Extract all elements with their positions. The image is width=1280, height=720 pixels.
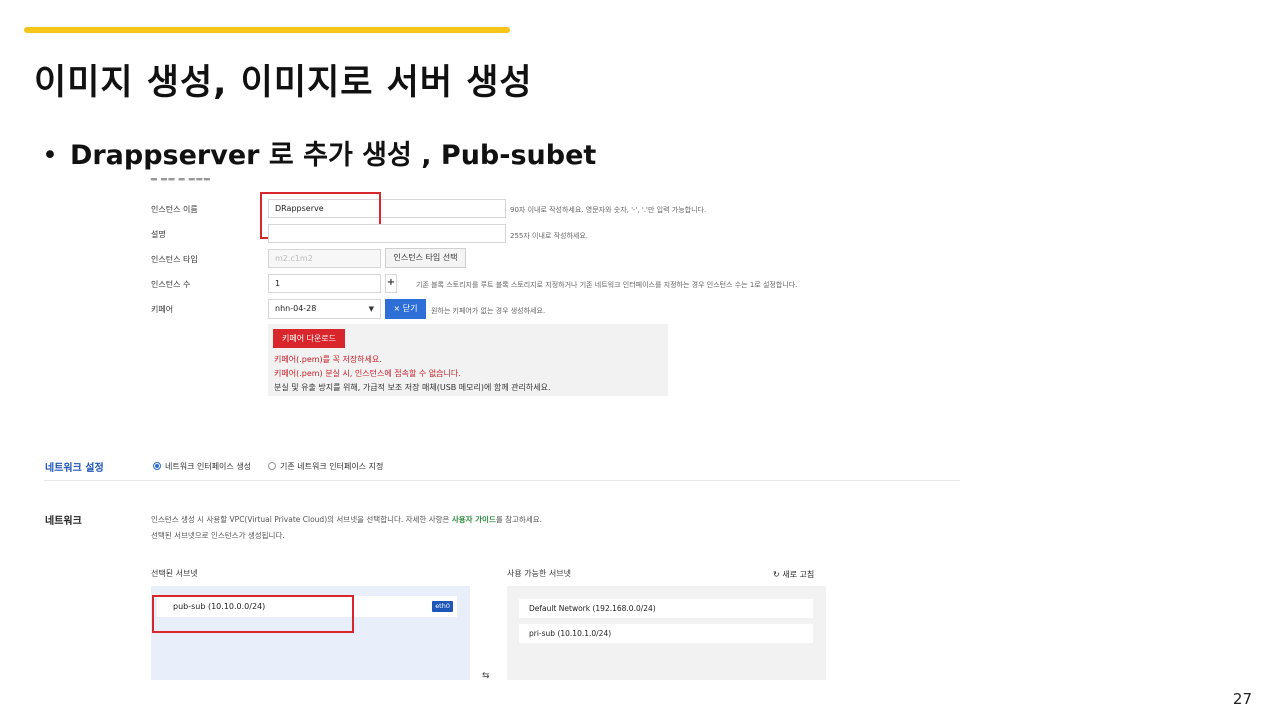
radio-existing-interface[interactable]: 기존 네트워크 인터페이스 지정	[268, 461, 383, 472]
bullet-point: • Drappserver 로 추가 생성 , Pub-subet	[42, 133, 596, 172]
network-description-suffix: 를 참고하세요.	[495, 515, 543, 524]
keypair-create-panel: 키페어 다운로드 키페어(.pem)를 꼭 저장하세요. 키페어(.pem) 분…	[268, 324, 668, 396]
instance-count-label: 인스턴스 수	[151, 280, 191, 289]
keypair-hint: 원하는 키페어가 없는 경우 생성하세요.	[431, 307, 546, 315]
radio-unselected-icon	[268, 462, 276, 470]
description-hint: 255자 이내로 작성하세요.	[510, 232, 588, 240]
refresh-button[interactable]: ↻ 새로 고침	[773, 569, 814, 580]
highlight-box-subnet	[152, 595, 354, 633]
radio-create-interface-label: 네트워크 인터페이스 생성	[165, 462, 252, 471]
bullet-text: Drappserver 로 추가 생성 , Pub-subet	[69, 140, 597, 171]
keypair-selected-value: nhn-04-28	[275, 304, 317, 313]
instance-name-label: 인스턴스 이름	[151, 205, 198, 214]
refresh-label: 새로 고침	[782, 570, 815, 579]
available-subnet-item[interactable]: pri-sub (10.10.1.0/24)	[519, 624, 813, 643]
console-screenshot: ▬ ▬▬ ▬ ▬▬▬ 인스턴스 이름 DRappserve 90자 이내로 작성…	[0, 178, 1280, 684]
slide-title: 이미지 생성, 이미지로 서버 생성	[34, 63, 533, 103]
select-instance-type-button[interactable]: 인스턴스 타입 선택	[385, 248, 466, 268]
caret-down-icon: ▼	[368, 305, 374, 313]
available-subnets-panel: Default Network (192.168.0.0/24) pri-sub…	[507, 586, 826, 680]
page-number: 27	[1232, 690, 1252, 708]
interface-badge: eth0	[432, 601, 453, 612]
network-description: 인스턴스 생성 시 사용할 VPC(Virtual Private Cloud)…	[151, 514, 542, 525]
close-keypair-button[interactable]: × 닫기	[385, 299, 426, 319]
keypair-warning-loss: 키페어(.pem) 분실 시, 인스턴스에 접속할 수 없습니다.	[274, 369, 461, 378]
network-description-text: 인스턴스 생성 시 사용할 VPC(Virtual Private Cloud)…	[151, 515, 452, 524]
network-label: 네트워크	[45, 516, 82, 527]
instance-count-hint: 기존 블록 스토리지를 루트 블록 스토리지로 지정하거나 기존 네트워크 인터…	[416, 281, 798, 289]
keypair-storage-note: 분실 및 유출 방지를 위해, 가급적 보조 저장 매체(USB 메모리)에 함…	[274, 383, 551, 392]
radio-existing-interface-label: 기존 네트워크 인터페이스 지정	[280, 462, 384, 471]
instance-type-label: 인스턴스 타입	[151, 255, 198, 264]
keypair-warning-save: 키페어(.pem)를 꼭 저장하세요.	[274, 355, 382, 364]
swap-icon[interactable]: ⇆	[482, 671, 490, 681]
download-keypair-button[interactable]: 키페어 다운로드	[273, 329, 345, 348]
available-subnet-item[interactable]: Default Network (192.168.0.0/24)	[519, 599, 813, 618]
instance-count-input[interactable]: 1	[268, 274, 381, 293]
refresh-icon: ↻	[773, 570, 780, 579]
keypair-label: 키페어	[151, 305, 174, 314]
description-input[interactable]	[268, 224, 506, 243]
title-accent-bar	[24, 27, 510, 33]
section-divider	[44, 480, 960, 481]
bullet-dot: •	[42, 140, 58, 171]
network-description-line2: 선택된 서브넷으로 인스턴스가 생성됩니다.	[151, 531, 285, 540]
network-settings-label: 네트워크 설정	[45, 463, 104, 474]
instance-name-hint: 90자 이내로 작성하세요. 영문자와 숫자, '-', '.'만 입력 가능합…	[510, 206, 707, 214]
cropped-row: ▬ ▬▬ ▬ ▬▬▬	[150, 178, 211, 183]
user-guide-link[interactable]: 사용자 가이드	[452, 515, 496, 524]
available-subnets-header: 사용 가능한 서브넷	[507, 569, 571, 578]
selected-subnets-header: 선택된 서브넷	[151, 569, 198, 578]
description-label: 설명	[151, 230, 166, 239]
instance-type-field: m2.c1m2	[268, 249, 381, 268]
radio-selected-icon	[153, 462, 161, 470]
radio-create-interface[interactable]: 네트워크 인터페이스 생성	[153, 461, 251, 472]
keypair-select[interactable]: nhn-04-28 ▼	[268, 299, 381, 319]
increment-button[interactable]: +	[385, 274, 397, 293]
